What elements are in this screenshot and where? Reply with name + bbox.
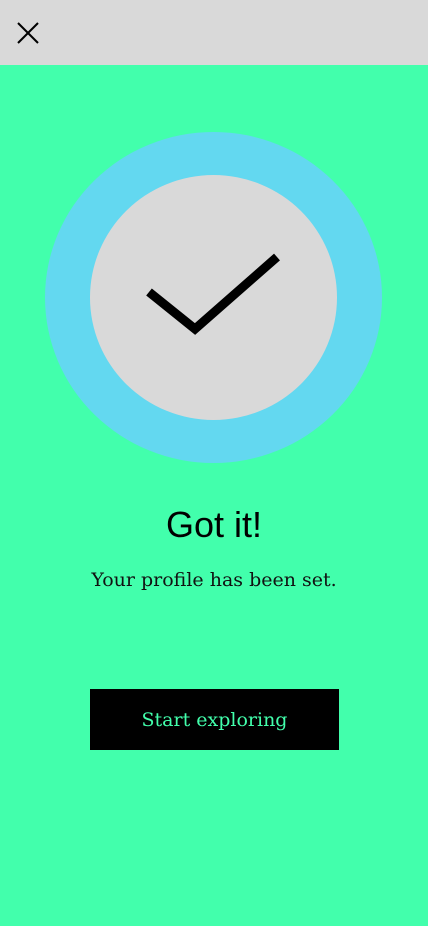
close-button[interactable]: [12, 17, 44, 49]
close-icon: [17, 22, 39, 44]
confirmation-message: Your profile has been set.: [91, 569, 337, 591]
start-exploring-button[interactable]: Start exploring: [90, 689, 339, 750]
top-bar: [0, 0, 428, 65]
page-title: Got it!: [165, 504, 263, 545]
checkmark-icon: [146, 253, 280, 335]
